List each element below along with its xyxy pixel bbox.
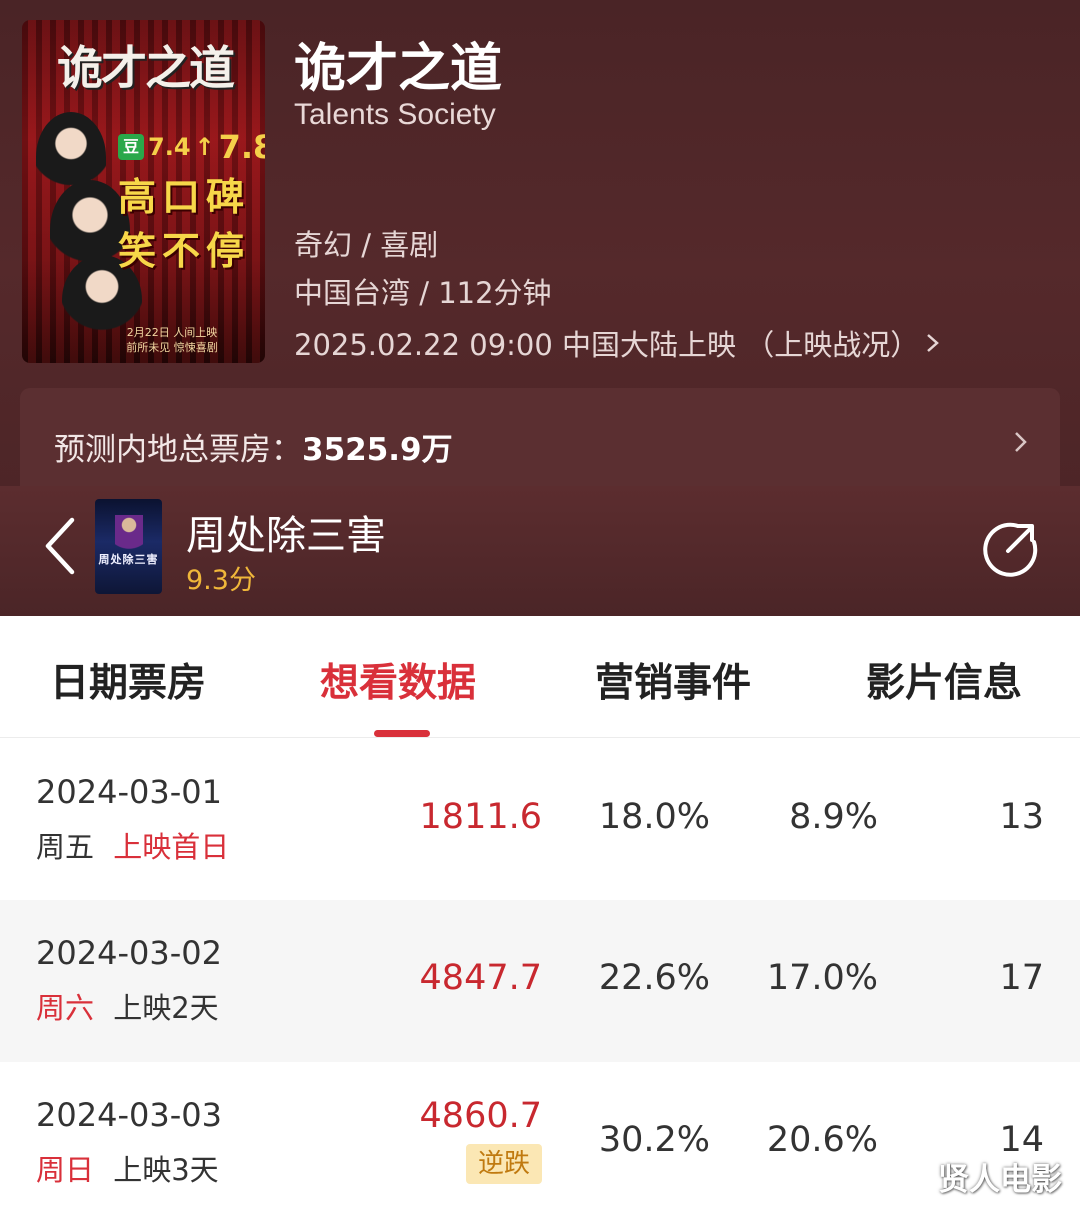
poster-slogan: 高口碑 笑不停 [118, 170, 258, 278]
tab-daily-box-office[interactable]: 日期票房 [50, 652, 206, 708]
poster-tagline: 前所未见 惊悚喜剧 [126, 341, 218, 354]
watermark: 贤人电影 [938, 1162, 1062, 1198]
row-weekday: 周日 [36, 1153, 95, 1187]
back-arrow-icon[interactable] [38, 510, 84, 582]
poster-title: 诡才之道 [57, 41, 235, 95]
forecast-label-text: 预测内地总票房： [54, 432, 302, 468]
navbar-movie-title: 周处除三害 [186, 513, 386, 559]
poster-rating: 豆 7.4 ↑ 7.8 [118, 128, 265, 166]
row-percent-1: 30.2% [598, 1120, 710, 1160]
row-date: 2024-03-02 [36, 934, 222, 972]
movie-thumbnail[interactable]: 周处除三害 [95, 499, 162, 594]
table-row[interactable]: 2024-03-02 周六 上映2天 4847.7 22.6% 17.0% 17 [0, 900, 1080, 1062]
row-subtitle: 周五 上映首日 [36, 824, 229, 866]
thumbnail-title: 周处除三害 [98, 553, 159, 566]
row-weekday: 周五 [36, 830, 95, 864]
row-box-office: 1811.6 [419, 797, 542, 837]
douban-icon: 豆 [118, 134, 144, 160]
poster-slogan-line-2: 笑不停 [118, 228, 251, 273]
table-row[interactable]: 2024-03-03 周日 上映3天 4860.7 逆跌 30.2% 20.6%… [0, 1062, 1080, 1213]
navbar-movie-score: 9.3分 [186, 565, 256, 596]
forecast-box-office-row[interactable]: 预测内地总票房：3525.9万 [20, 388, 1060, 488]
row-box-office: 4860.7 [419, 1096, 542, 1136]
tab-want-to-see-data[interactable]: 想看数据 [320, 652, 476, 708]
movie-poster[interactable]: 诡才之道 豆 7.4 ↑ 7.8 高口碑 笑不停 2月22日 人间上映 前所未见… [22, 20, 265, 363]
poster-slogan-line-1: 高口碑 [118, 174, 251, 219]
active-tab-indicator [374, 730, 430, 737]
poster-rating-to: 7.8 [218, 128, 265, 166]
movie-release: 2025.02.22 09:00 中国大陆上映 （上映战况） [294, 328, 920, 362]
table-row[interactable]: 2024-03-01 周五 上映首日 1811.6 18.0% 8.9% 13 [0, 739, 1080, 901]
row-weekday: 周六 [36, 991, 95, 1025]
poster-foot: 2月22日 人间上映 前所未见 惊悚喜剧 [82, 325, 262, 355]
row-subtitle: 周日 上映3天 [36, 1147, 219, 1189]
row-percent-2: 20.6% [766, 1120, 878, 1160]
movie-genre: 奇幻 / 喜剧 [294, 228, 439, 262]
row-count: 13 [999, 797, 1044, 837]
movie-release-link[interactable]: 2025.02.22 09:00 中国大陆上映 （上映战况） [294, 322, 943, 364]
movie-region-duration: 中国台湾 / 112分钟 [294, 276, 552, 310]
forecast-label: 预测内地总票房：3525.9万 [54, 424, 453, 469]
row-percent-2: 8.9% [789, 797, 878, 837]
row-box-office: 4847.7 [419, 958, 542, 998]
tab-bar: 日期票房 想看数据 营销事件 影片信息 [0, 616, 1080, 738]
row-count: 17 [999, 958, 1044, 998]
poster-rating-from: 7.4 [148, 133, 191, 161]
row-date: 2024-03-03 [36, 1096, 222, 1134]
row-date: 2024-03-01 [36, 773, 222, 811]
chevron-right-icon [927, 334, 940, 352]
arrow-up-icon: ↑ [194, 133, 215, 161]
movie-english-title: Talents Society [294, 98, 496, 131]
chevron-right-icon [1015, 432, 1027, 452]
row-note: 上映3天 [113, 1153, 219, 1187]
movie-title: 诡才之道 [294, 39, 503, 99]
row-percent-1: 18.0% [598, 797, 710, 837]
poster-date: 2月22日 人间上映 [126, 326, 218, 339]
row-note: 上映2天 [113, 991, 219, 1025]
row-subtitle: 周六 上映2天 [36, 985, 219, 1027]
movie-navbar [0, 486, 1080, 616]
tab-film-info[interactable]: 影片信息 [866, 652, 1022, 708]
row-percent-1: 22.6% [598, 958, 710, 998]
share-icon[interactable] [980, 518, 1040, 578]
row-note: 上映首日 [113, 830, 230, 864]
forecast-value: 3525.9万 [302, 432, 453, 468]
counter-trend-badge: 逆跌 [466, 1144, 542, 1184]
tab-marketing-events[interactable]: 营销事件 [595, 652, 751, 708]
row-percent-2: 17.0% [766, 958, 878, 998]
